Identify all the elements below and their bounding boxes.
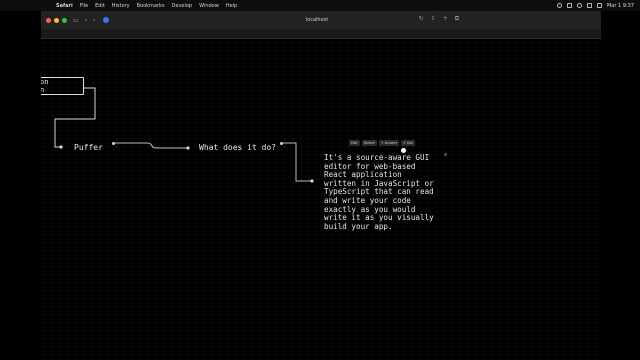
tab-overview-icon[interactable]: ⧉ [455, 15, 459, 23]
close-window-button[interactable] [46, 17, 51, 23]
menu-window[interactable]: Window [199, 3, 219, 9]
privacy-shield-icon[interactable] [103, 17, 110, 23]
browser-window: ▭ ‹ › localhost ↻ ⇧ + ⧉ on n Puffer What… [41, 11, 601, 360]
add-answer-button[interactable]: + Answer [378, 140, 400, 146]
top-node-line: on [41, 78, 49, 86]
reload-icon[interactable]: ↻ [419, 15, 424, 23]
node-toolbar: Edit Delete + Answer + Ask [349, 140, 416, 146]
top-node[interactable]: on n [41, 77, 84, 95]
output-handle[interactable] [112, 142, 115, 145]
wire-dot [186, 146, 190, 150]
clock[interactable]: Mar 1 9:37 [607, 3, 634, 9]
puffer-node[interactable]: Puffer [74, 143, 103, 152]
address-text: localhost [305, 17, 329, 23]
wifi-icon[interactable] [576, 3, 582, 8]
status-tray: Mar 1 9:37 [556, 0, 634, 11]
menu-history[interactable]: History [112, 3, 130, 9]
new-tab-icon[interactable]: + [443, 15, 448, 23]
menu-edit[interactable]: Edit [95, 3, 105, 9]
record-icon[interactable] [556, 3, 562, 8]
output-handle[interactable] [280, 142, 283, 145]
search-icon[interactable] [586, 3, 592, 8]
edit-button[interactable]: Edit [349, 140, 360, 146]
window-controls [46, 17, 67, 23]
wire-dot [310, 179, 314, 183]
editor-canvas[interactable]: on n Puffer What does it do? Edit Delete… [41, 39, 601, 360]
zoom-window-button[interactable] [62, 17, 67, 23]
question-node[interactable]: What does it do? [199, 143, 276, 152]
connection-wires [54, 87, 314, 183]
sidebar-icon[interactable]: ▭ [73, 17, 79, 24]
wire-puffer-to-question [113, 142, 188, 149]
minimize-window-button[interactable] [54, 17, 59, 23]
output-handle[interactable] [444, 153, 447, 156]
browser-toolbar: ▭ ‹ › localhost ↻ ⇧ + ⧉ [41, 11, 601, 29]
control-center-icon[interactable] [596, 3, 602, 8]
delete-button[interactable]: Delete [361, 140, 377, 146]
share-icon[interactable]: ⇧ [431, 15, 436, 23]
wire-dot [59, 145, 63, 149]
wire-question-to-answer [282, 142, 312, 182]
forward-icon[interactable]: › [93, 17, 95, 24]
tab-strip [41, 29, 601, 39]
menu-develop[interactable]: Develop [172, 3, 193, 9]
menu-file[interactable]: File [80, 3, 88, 9]
back-icon[interactable]: ‹ [85, 17, 87, 24]
menu-app-name[interactable]: Safari [56, 3, 73, 9]
battery-icon[interactable] [566, 3, 572, 8]
menu-bookmarks[interactable]: Bookmarks [137, 3, 165, 9]
toolbar-actions: ↻ ⇧ + ⧉ [419, 15, 459, 23]
add-ask-button[interactable]: + Ask [401, 140, 416, 146]
wire-top-to-puffer [54, 87, 96, 148]
menu-bar: Safari File Edit History Bookmarks Devel… [0, 0, 640, 11]
top-node-line: n [41, 86, 45, 94]
answer-node[interactable]: It's a source-aware GUI editor for web-b… [324, 153, 444, 231]
menu-help[interactable]: Help [226, 3, 237, 9]
